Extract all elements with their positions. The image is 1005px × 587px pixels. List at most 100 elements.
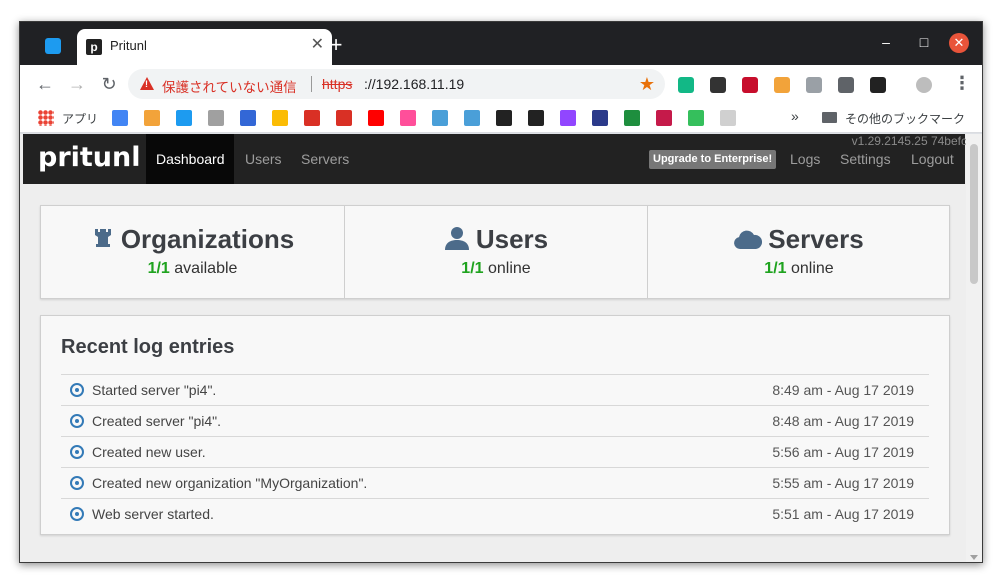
url-scheme[interactable]: https: [322, 76, 352, 92]
bookmark-star-icon[interactable]: ★: [639, 74, 655, 95]
nav-logs[interactable]: Logs: [790, 151, 820, 167]
buffer-ext-icon[interactable]: [710, 77, 726, 93]
nav-servers[interactable]: Servers: [301, 151, 349, 167]
youtube-bookmark-icon[interactable]: [368, 110, 384, 126]
nav-users[interactable]: Users: [245, 151, 282, 167]
stat-count: 1/1: [764, 260, 787, 277]
stat-users: Users 1/1 online: [344, 206, 647, 298]
github-2-bookmark-icon[interactable]: [528, 110, 544, 126]
green-search-bookmark-icon[interactable]: [624, 110, 640, 126]
log-entry-icon: [70, 476, 84, 490]
gesture-ext-icon[interactable]: [838, 77, 854, 93]
raspberry-pi-bookmark-icon[interactable]: [656, 110, 672, 126]
flight-2-bookmark-icon[interactable]: [464, 110, 480, 126]
nav-logout[interactable]: Logout: [911, 151, 954, 167]
calendar-bookmark-icon[interactable]: [240, 110, 256, 126]
google-translate-bookmark-icon[interactable]: [112, 110, 128, 126]
twitter-tab-icon[interactable]: [45, 38, 61, 54]
user-icon: [444, 226, 470, 257]
adblock-plus-icon[interactable]: [742, 77, 758, 93]
twitch-bookmark-icon[interactable]: [560, 110, 576, 126]
log-entry-icon: [70, 507, 84, 521]
nav-settings[interactable]: Settings: [840, 151, 891, 167]
stat-title: Users: [475, 224, 549, 254]
forward-button[interactable]: →: [66, 73, 88, 95]
log-message: Created new user.: [92, 444, 206, 460]
profile-avatar-icon[interactable]: [916, 77, 932, 93]
log-row: Created server "pi4". 8:48 am - Aug 17 2…: [61, 405, 929, 436]
menu-icon[interactable]: ⋮: [953, 74, 971, 92]
new-tab-button[interactable]: +: [326, 34, 346, 56]
upgrade-button[interactable]: Upgrade to Enterprise!: [649, 150, 777, 169]
folder-icon[interactable]: [822, 112, 837, 123]
pritunl-logo[interactable]: pritunl: [38, 142, 141, 173]
reload-button[interactable]: ↻: [98, 73, 120, 95]
warning-icon[interactable]: [140, 77, 154, 90]
news-bookmark-icon[interactable]: [592, 110, 608, 126]
tab-pritunl[interactable]: p Pritunl ✕: [77, 29, 332, 65]
stat-label: online: [488, 260, 531, 277]
url-text[interactable]: ://192.168.11.19: [364, 76, 464, 92]
nav-dashboard[interactable]: Dashboard: [156, 151, 225, 167]
stat-title: Servers: [768, 224, 864, 254]
minimize-button[interactable]: –: [876, 34, 896, 50]
browser-window: p Pritunl ✕ + – □ ✕ ← → ↻ 保護されていない通信 htt…: [19, 21, 983, 563]
log-row: Created new organization "MyOrganization…: [61, 467, 929, 498]
stat-title: Organizations: [120, 224, 295, 254]
github-bookmark-icon[interactable]: [496, 110, 512, 126]
flight-bookmark-icon[interactable]: [432, 110, 448, 126]
faded-bookmark-icon[interactable]: [720, 110, 736, 126]
other-bookmarks-label[interactable]: その他のブックマーク: [845, 110, 965, 127]
stat-servers: Servers 1/1 online: [647, 206, 950, 298]
rewind-ext-icon[interactable]: [678, 77, 694, 93]
maximize-button[interactable]: □: [914, 34, 934, 50]
page-viewport: pritunl Dashboard Users Servers Upgrade …: [20, 134, 982, 562]
log-time: 5:51 am - Aug 17 2019: [772, 506, 914, 522]
address-bar[interactable]: 保護されていない通信 https ://192.168.11.19 ★: [128, 69, 665, 99]
gmail-2-bookmark-icon[interactable]: [336, 110, 352, 126]
stat-count: 1/1: [147, 260, 170, 277]
log-message: Created server "pi4".: [92, 413, 221, 429]
pink-app-bookmark-icon[interactable]: [400, 110, 416, 126]
apps-grid-icon[interactable]: [38, 110, 54, 126]
twitter-bookmark-icon[interactable]: [176, 110, 192, 126]
security-warning[interactable]: 保護されていない通信: [162, 76, 297, 96]
stat-label: available: [174, 260, 238, 277]
back-button[interactable]: ←: [34, 73, 56, 95]
log-list: Started server "pi4". 8:49 am - Aug 17 2…: [61, 374, 929, 529]
scrollbar-thumb[interactable]: [970, 144, 978, 284]
page-scrollbar[interactable]: [966, 134, 982, 562]
manjaro-bookmark-icon[interactable]: [688, 110, 704, 126]
browser-toolbar: ← → ↻ 保護されていない通信 https ://192.168.11.19 …: [20, 65, 982, 103]
tab-strip: p Pritunl ✕ + – □ ✕: [20, 22, 982, 65]
log-row: Web server started. 5:51 am - Aug 17 201…: [61, 498, 929, 529]
pocket-ext-icon[interactable]: [870, 77, 886, 93]
apps-bookmark-label[interactable]: アプリ: [62, 110, 98, 127]
rss-ext-icon[interactable]: [774, 77, 790, 93]
log-time: 8:48 am - Aug 17 2019: [772, 413, 914, 429]
log-message: Started server "pi4".: [92, 382, 217, 398]
log-row: Created new user. 5:56 am - Aug 17 2019: [61, 436, 929, 467]
tab-close-icon[interactable]: ✕: [311, 37, 324, 53]
version-label: v1.29.2145.25 74befc: [851, 134, 967, 148]
log-title: Recent log entries: [61, 336, 235, 358]
tab-title: Pritunl: [110, 38, 147, 53]
rook-icon: [91, 226, 115, 257]
log-message: Created new organization "MyOrganization…: [92, 475, 368, 491]
block-ext-icon[interactable]: [806, 77, 822, 93]
stat-label: online: [791, 260, 834, 277]
close-window-button[interactable]: ✕: [949, 33, 969, 53]
bookmarks-overflow-icon[interactable]: »: [791, 108, 799, 124]
pritunl-navbar: pritunl Dashboard Users Servers Upgrade …: [23, 134, 967, 184]
log-entry-icon: [70, 445, 84, 459]
rss-bookmark-icon[interactable]: [144, 110, 160, 126]
log-entry-icon: [70, 383, 84, 397]
divider: [311, 76, 312, 92]
stat-count: 1/1: [461, 260, 484, 277]
saturn-bookmark-icon[interactable]: [208, 110, 224, 126]
keep-bookmark-icon[interactable]: [272, 110, 288, 126]
pritunl-favicon-icon: p: [86, 39, 102, 55]
log-time: 5:56 am - Aug 17 2019: [772, 444, 914, 460]
gmail-bookmark-icon[interactable]: [304, 110, 320, 126]
scroll-down-icon[interactable]: [970, 555, 978, 560]
